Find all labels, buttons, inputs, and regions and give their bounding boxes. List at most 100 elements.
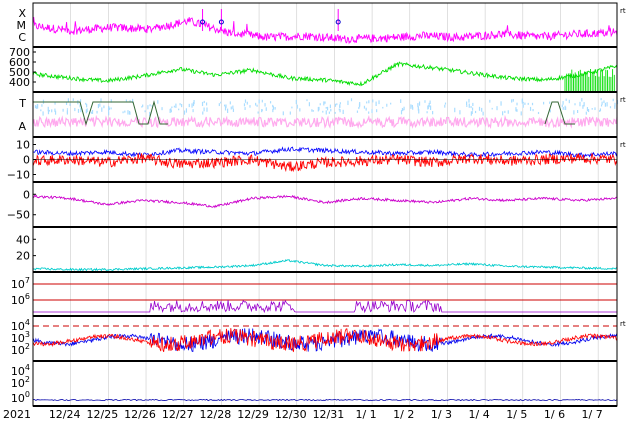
- t-mark: [265, 107, 267, 111]
- panel-frame-bottom: [32, 360, 618, 407]
- unit-label: rt: [620, 96, 626, 104]
- t-mark: [429, 105, 432, 110]
- t-mark: [365, 107, 367, 111]
- t-mark: [330, 108, 332, 112]
- t-mark: [403, 106, 405, 111]
- t-mark: [295, 99, 297, 105]
- y-tick-label: 107: [11, 276, 30, 291]
- t-mark: [429, 100, 431, 104]
- t-mark: [491, 107, 493, 110]
- t-mark: [336, 103, 338, 106]
- t-mark: [561, 104, 563, 108]
- t-mark: [72, 98, 74, 102]
- t-mark: [108, 111, 110, 116]
- t-mark: [562, 106, 564, 110]
- t-mark: [376, 109, 378, 113]
- t-mark: [522, 104, 524, 108]
- t-mark: [224, 104, 226, 107]
- t-mark: [583, 102, 585, 107]
- panel-label-a: A: [18, 120, 26, 133]
- t-mark: [591, 108, 593, 110]
- t-mark: [444, 104, 446, 108]
- t-mark: [603, 100, 605, 104]
- t-mark: [358, 106, 360, 110]
- t-mark: [65, 102, 68, 106]
- t-mark: [390, 102, 392, 105]
- t-mark: [229, 101, 231, 105]
- t-mark: [218, 103, 220, 107]
- t-mark: [124, 110, 126, 113]
- t-mark: [358, 103, 361, 108]
- t-mark: [41, 104, 43, 107]
- t-mark: [604, 102, 606, 107]
- t-mark: [504, 110, 506, 113]
- t-mark: [203, 100, 205, 104]
- t-mark: [308, 102, 311, 107]
- t-mark: [432, 111, 434, 115]
- t-mark: [577, 109, 579, 114]
- a-line: [32, 114, 618, 130]
- t-mark: [527, 102, 529, 105]
- t-mark: [147, 105, 149, 110]
- proton-line: [33, 299, 617, 314]
- t-mark: [594, 107, 596, 111]
- x-tick-label: 12/25: [87, 408, 119, 421]
- t-mark: [282, 111, 284, 116]
- x-tick-label: 1/ 6: [544, 408, 565, 421]
- t-mark: [400, 110, 403, 115]
- t-mark: [69, 103, 71, 106]
- t-mark: [128, 110, 131, 115]
- t-mark: [417, 103, 419, 108]
- t-mark: [512, 98, 514, 102]
- t-mark: [500, 101, 502, 106]
- x-tick-label: 1/ 7: [582, 408, 603, 421]
- t-mark: [565, 98, 567, 101]
- x-tick-label: 12/31: [313, 408, 345, 421]
- x-tick-label: 12/30: [275, 408, 307, 421]
- x-tick-label: 12/28: [200, 408, 232, 421]
- t-mark: [306, 99, 308, 102]
- unit-label: rt: [620, 7, 626, 15]
- density-line: [32, 259, 618, 272]
- t-mark: [274, 107, 276, 110]
- t-mark: [324, 101, 326, 104]
- x-tick-label: 12/26: [124, 408, 156, 421]
- unit-label: rt: [620, 320, 626, 328]
- t-mark: [101, 107, 103, 112]
- t-mark: [74, 107, 76, 112]
- t-mark: [47, 106, 49, 112]
- t-mark: [225, 104, 227, 108]
- t-mark: [244, 107, 246, 110]
- t-mark: [587, 109, 590, 113]
- t-mark: [363, 105, 366, 109]
- t-mark: [581, 98, 583, 102]
- t-mark: [334, 111, 336, 114]
- t-mark: [317, 106, 319, 112]
- t-mark: [191, 103, 193, 108]
- t-mark: [466, 105, 468, 107]
- y-tick-label: 10: [16, 139, 30, 152]
- t-mark: [77, 108, 80, 113]
- t-mark: [34, 105, 37, 109]
- t-mark: [459, 110, 461, 115]
- panel-frame-xmc: [32, 2, 618, 48]
- t-mark: [368, 100, 370, 104]
- t-mark: [511, 99, 513, 103]
- t-mark: [108, 107, 111, 110]
- x-tick-label: 1/ 1: [355, 408, 376, 421]
- t-mark: [193, 99, 195, 105]
- t-mark: [424, 100, 426, 103]
- t-mark: [85, 102, 87, 105]
- y-tick-label: −10: [7, 169, 30, 182]
- x-tick-label: 1/ 2: [393, 408, 414, 421]
- unit-label: rt: [620, 141, 626, 149]
- t-mark: [418, 109, 420, 114]
- t-mark: [264, 103, 266, 107]
- t-mark: [289, 111, 291, 115]
- t-mark: [573, 110, 575, 115]
- t-mark: [516, 102, 518, 106]
- t-mark: [122, 111, 124, 114]
- t-mark: [108, 105, 110, 108]
- t-mark: [256, 104, 258, 107]
- t-mark: [183, 110, 186, 115]
